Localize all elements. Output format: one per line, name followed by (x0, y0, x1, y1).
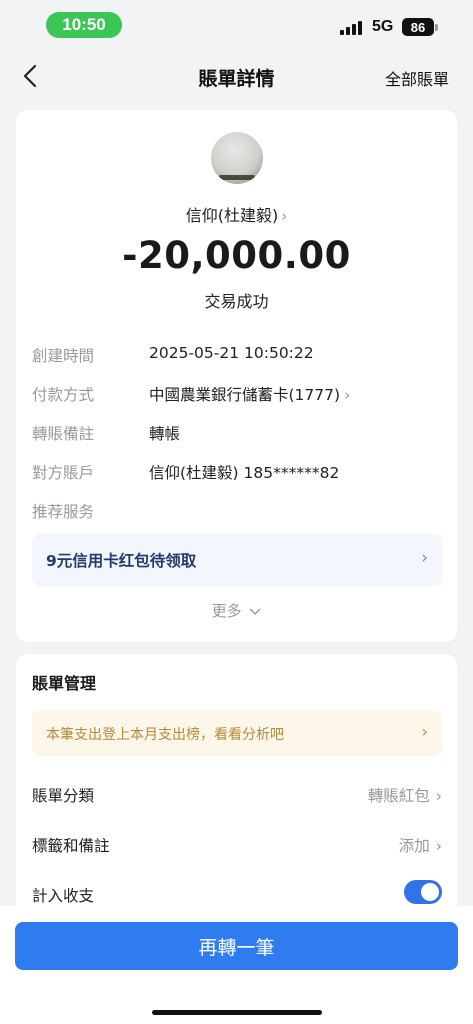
detail-row-counterparty: 對方賬戶 信仰(杜建毅) 185******82 (32, 461, 442, 485)
credit-card-promo-button[interactable]: 9元信用卡红包待领取 › (32, 534, 442, 586)
count-label: 計入收支 (32, 887, 95, 905)
category-label: 賬單分類 (32, 787, 95, 805)
tags-value: 添加 (398, 837, 430, 855)
detail-value: 中國農業銀行儲蓄卡(1777) (149, 386, 341, 404)
transfer-again-button[interactable]: 再轉一筆 (15, 922, 458, 970)
detail-value: 轉帳 (149, 425, 181, 443)
status-time: 10:50 (46, 12, 122, 38)
detail-row-recommended: 推荐服务 (32, 500, 442, 524)
tags-notes-row[interactable]: 標籤和備註 添加 › (32, 830, 442, 860)
chevron-right-icon: › (421, 548, 428, 568)
tip-text: 本筆支出登上本月支出榜，看看分析吧 (46, 727, 284, 743)
avatar (211, 132, 263, 184)
bottom-bar: 再轉一筆 (0, 906, 473, 1024)
spending-analysis-tip[interactable]: 本筆支出登上本月支出榜，看看分析吧 › (32, 710, 442, 756)
tags-label: 標籤和備註 (32, 837, 110, 855)
signal-icon (340, 21, 366, 35)
detail-row-payment-method[interactable]: 付款方式 中國農業銀行儲蓄卡(1777) › (32, 383, 442, 407)
detail-label: 付款方式 (32, 386, 95, 404)
chevron-down-icon (249, 608, 261, 615)
more-label: 更多 (211, 602, 242, 620)
detail-label: 轉賬備註 (32, 425, 95, 443)
network-type: 5G (372, 18, 394, 35)
chevron-right-icon: › (421, 722, 428, 741)
section-title: 賬單管理 (32, 674, 97, 693)
chevron-right-icon: › (344, 386, 351, 404)
detail-label: 推荐服务 (32, 503, 95, 521)
nav-bar: 賬單詳情 全部賬單 (0, 50, 473, 102)
chevron-right-icon: › (281, 207, 288, 225)
battery-icon: 86 (402, 18, 434, 36)
all-bills-link[interactable]: 全部賬單 (385, 66, 449, 90)
detail-label: 創建時間 (32, 347, 95, 365)
amount: -20,000.00 (122, 234, 351, 277)
bill-category-row[interactable]: 賬單分類 轉賬紅包 › (32, 780, 442, 810)
payee-link[interactable]: 信仰(杜建毅) › (16, 202, 457, 226)
status-bar: 10:50 5G 86 (0, 0, 473, 50)
detail-value: 信仰(杜建毅) 185******82 (149, 464, 340, 482)
bill-management-card: 賬單管理 本筆支出登上本月支出榜，看看分析吧 › 賬單分類 轉賬紅包 › 標籤和備… (16, 654, 457, 914)
chevron-right-icon: › (435, 787, 442, 805)
count-in-balance-toggle[interactable] (404, 880, 442, 904)
promo-text: 9元信用卡红包待领取 (46, 552, 197, 570)
detail-row-created-time: 創建時間 2025-05-21 10:50:22 (32, 344, 442, 368)
detail-value: 2025-05-21 10:50:22 (149, 344, 314, 362)
battery-tip (435, 24, 438, 31)
transaction-status: 交易成功 (204, 292, 269, 311)
more-button[interactable]: 更多 (16, 600, 457, 621)
detail-label: 對方賬戶 (32, 464, 95, 482)
category-value: 轉賬紅包 (367, 787, 430, 805)
payee-name: 信仰(杜建毅) (185, 206, 279, 225)
bill-detail-card: 信仰(杜建毅) › -20,000.00 交易成功 創建時間 2025-05-21… (16, 110, 457, 642)
chevron-right-icon: › (435, 837, 442, 855)
home-indicator (152, 1010, 322, 1015)
detail-row-transfer-note: 轉賬備註 轉帳 (32, 422, 442, 446)
